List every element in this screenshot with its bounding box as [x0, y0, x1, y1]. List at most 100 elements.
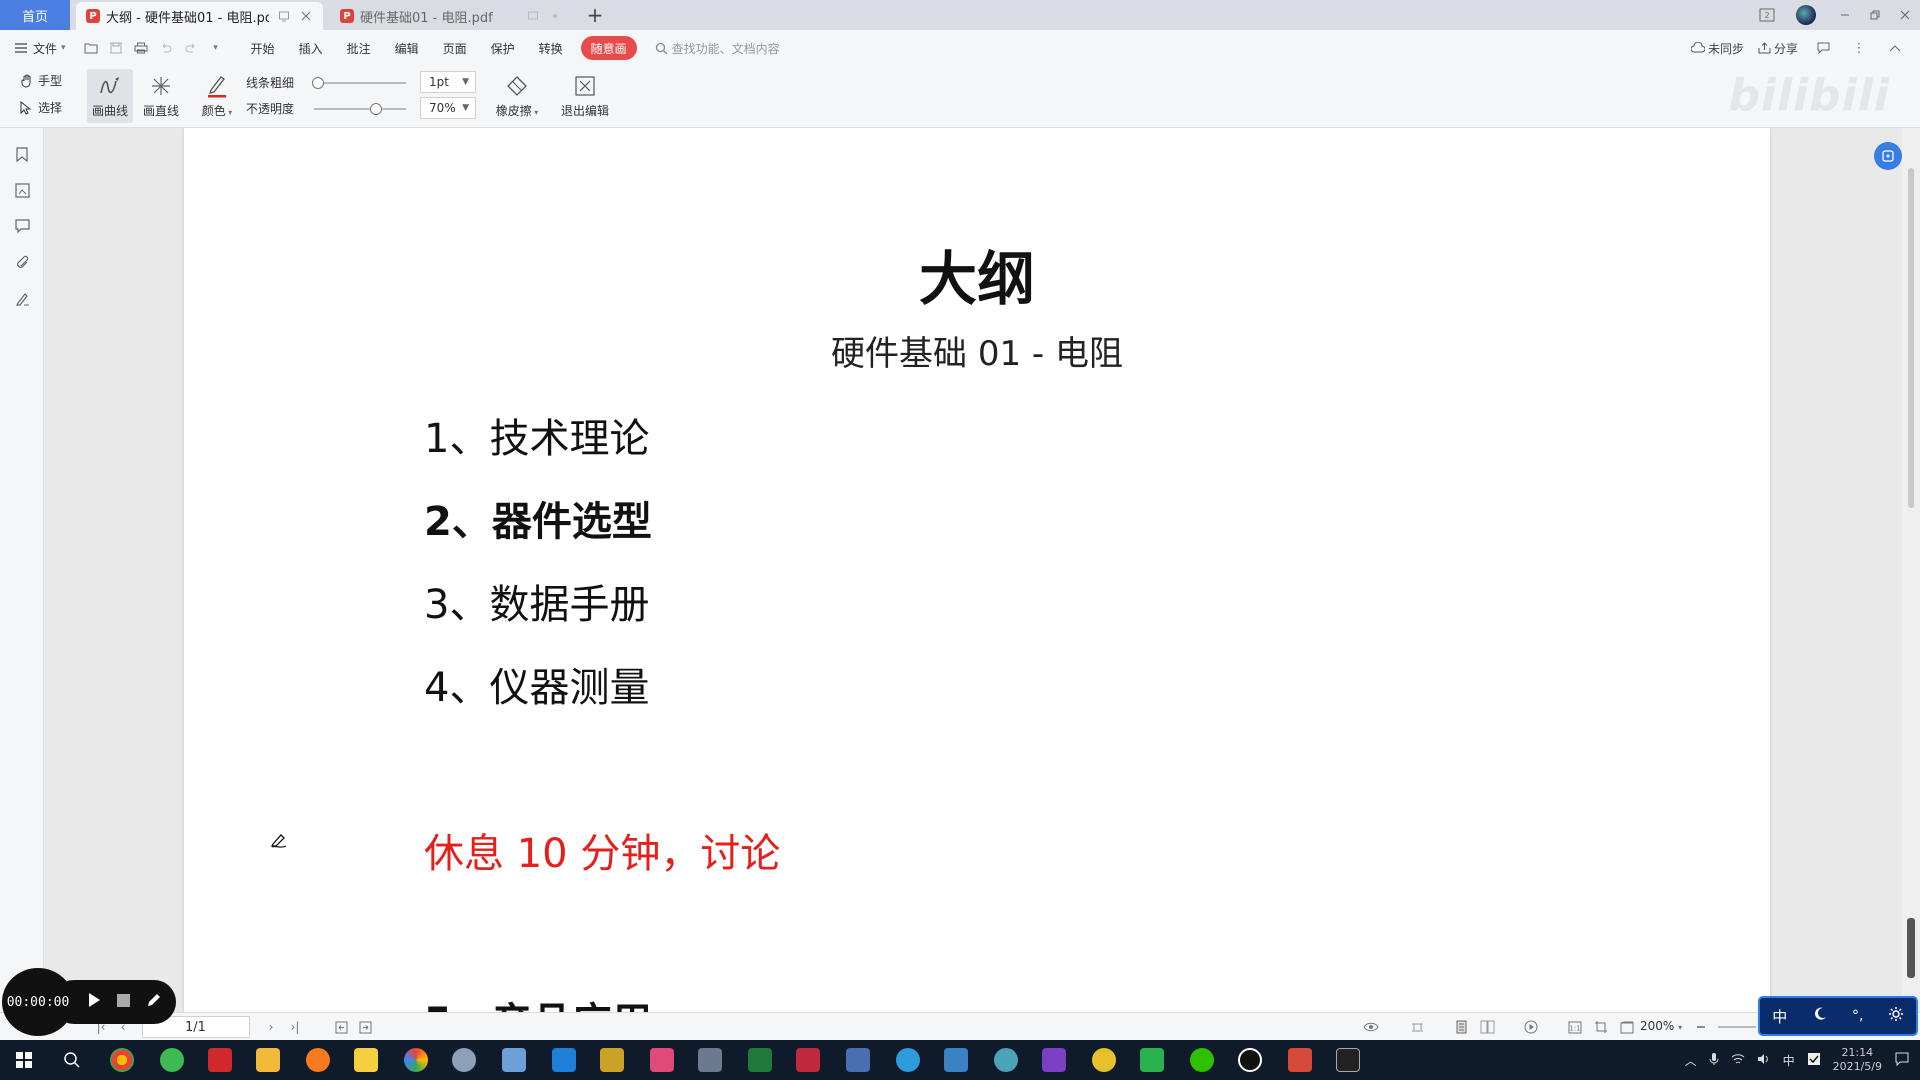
visual-studio-icon[interactable]	[1042, 1048, 1066, 1072]
tab-home[interactable]: 首页	[0, 0, 70, 30]
tab-insert[interactable]: 插入	[287, 36, 335, 60]
zoom-out-icon[interactable]	[1692, 1018, 1710, 1036]
app-icon[interactable]	[846, 1048, 870, 1072]
browser-icon[interactable]	[404, 1048, 428, 1072]
customize-icon[interactable]: ▾	[205, 37, 227, 59]
tab-start[interactable]: 开始	[239, 36, 287, 60]
last-page-icon[interactable]: ›|	[286, 1018, 304, 1036]
new-tab-button[interactable]: +	[584, 3, 606, 27]
tab-convert[interactable]: 转换	[527, 36, 575, 60]
zoom-level[interactable]: 200% ▾	[1640, 1019, 1682, 1033]
app-icon[interactable]	[796, 1048, 820, 1072]
close-icon[interactable]	[548, 9, 562, 23]
play-icon[interactable]	[87, 992, 101, 1012]
tab-resistor-pdf[interactable]: P 硬件基础01 - 电阻.pdf	[330, 2, 572, 30]
pdf-page[interactable]: 大纲 硬件基础 01 - 电阻 1、技术理论 2、器件选型 3、数据手册 4、仪…	[184, 128, 1770, 1012]
fit-page-icon[interactable]	[332, 1018, 350, 1036]
thickness-slider-handle[interactable]	[312, 77, 324, 89]
redo-icon[interactable]	[180, 37, 202, 59]
action-center-icon[interactable]	[1894, 1051, 1910, 1070]
opacity-slider[interactable]	[314, 108, 406, 110]
continuous-view-icon[interactable]	[1452, 1018, 1470, 1036]
assistant-float-icon[interactable]	[1874, 142, 1902, 170]
minimize-icon[interactable]	[1830, 0, 1860, 30]
thickness-select[interactable]: 1pt ▼	[420, 71, 476, 93]
two-page-view-icon[interactable]	[1478, 1018, 1496, 1036]
user-avatar[interactable]	[1796, 5, 1816, 25]
draw-line-tool[interactable]: 画直线	[138, 69, 184, 123]
select-tool[interactable]: 选择	[20, 99, 62, 116]
green-browser-icon[interactable]	[160, 1048, 184, 1072]
eraser-tool[interactable]: 橡皮擦 ▾	[492, 69, 542, 123]
window-count-icon[interactable]: 2	[1752, 0, 1782, 30]
tab-annotate[interactable]: 批注	[335, 36, 383, 60]
chevron-up-icon[interactable]: ︿	[1685, 1052, 1697, 1069]
hand-tool[interactable]: 手型	[20, 72, 62, 89]
microphone-icon[interactable]	[1709, 1052, 1719, 1069]
video-app-icon[interactable]	[552, 1048, 576, 1072]
bookmark-icon[interactable]	[12, 144, 32, 164]
close-icon[interactable]	[299, 9, 313, 23]
signature-icon[interactable]	[12, 288, 32, 308]
app-icon[interactable]	[452, 1048, 476, 1072]
crop-icon[interactable]	[1592, 1018, 1610, 1036]
file-explorer-icon[interactable]	[256, 1048, 280, 1072]
draw-curve-tool[interactable]: 画曲线	[87, 69, 133, 123]
thickness-slider[interactable]	[314, 82, 406, 84]
single-page-view-icon[interactable]	[1408, 1018, 1426, 1036]
tab-outline-pdf[interactable]: P 大纲 - 硬件基础01 - 电阻.pdf	[76, 2, 323, 30]
tab-freehand[interactable]: 随意画	[580, 36, 637, 60]
windows-start-icon[interactable]	[12, 1048, 36, 1072]
qq-icon[interactable]	[1238, 1048, 1262, 1072]
next-page-icon[interactable]: ›	[262, 1018, 280, 1036]
exit-edit-button[interactable]: 退出编辑	[558, 69, 612, 123]
stop-icon[interactable]	[117, 993, 130, 1011]
close-window-icon[interactable]	[1890, 0, 1920, 30]
search-tool-icon[interactable]	[306, 1048, 330, 1072]
ime-mode-label[interactable]: 中	[1772, 1006, 1787, 1027]
opacity-select[interactable]: 70% ▼	[420, 97, 476, 119]
comment-panel-icon[interactable]	[12, 216, 32, 236]
thumbnail-icon[interactable]	[12, 180, 32, 200]
search-icon[interactable]	[60, 1048, 84, 1072]
function-search[interactable]: 查找功能、文档内容	[655, 40, 780, 57]
camera-icon[interactable]	[1336, 1048, 1360, 1072]
chrome-icon[interactable]	[110, 1048, 134, 1072]
zoom-slider[interactable]	[1718, 1026, 1756, 1028]
tab-protect[interactable]: 保护	[479, 36, 527, 60]
vertical-scrollbar[interactable]	[1902, 128, 1920, 1012]
opacity-slider-handle[interactable]	[370, 103, 382, 115]
moon-icon[interactable]	[1812, 1006, 1828, 1026]
eye-protection-icon[interactable]	[1362, 1018, 1380, 1036]
share-button[interactable]: 分享	[1758, 40, 1798, 57]
tab-page[interactable]: 页面	[431, 36, 479, 60]
input-language[interactable]: 中	[1783, 1052, 1795, 1069]
book-view-icon[interactable]	[1618, 1018, 1636, 1036]
red-app-icon[interactable]	[208, 1048, 232, 1072]
mx-icon[interactable]	[944, 1048, 968, 1072]
app-icon[interactable]	[698, 1048, 722, 1072]
open-icon[interactable]	[80, 37, 102, 59]
scroll-position-indicator[interactable]	[1907, 918, 1915, 978]
comment-icon[interactable]	[1812, 37, 1834, 59]
color-picker[interactable]: 颜色 ▾	[194, 69, 240, 123]
app-icon[interactable]	[896, 1048, 920, 1072]
pads-icon[interactable]	[600, 1048, 624, 1072]
actual-size-icon[interactable]: 1:1	[1566, 1018, 1584, 1036]
app-icon[interactable]	[650, 1048, 674, 1072]
notification-check-icon[interactable]	[1807, 1052, 1821, 1069]
pin-icon[interactable]	[277, 9, 291, 23]
attachment-icon[interactable]	[12, 252, 32, 272]
wechat-icon[interactable]	[1190, 1048, 1214, 1072]
clock[interactable]: 21:14 2021/5/9	[1833, 1046, 1882, 1074]
sticky-notes-icon[interactable]	[354, 1048, 378, 1072]
restore-icon[interactable]	[1860, 0, 1890, 30]
undo-icon[interactable]	[155, 37, 177, 59]
punctuation-icon[interactable]: °,	[1852, 1008, 1863, 1024]
tab-edit[interactable]: 编辑	[383, 36, 431, 60]
volume-icon[interactable]	[1757, 1053, 1771, 1068]
app-icon[interactable]	[1092, 1048, 1116, 1072]
pencil-icon[interactable]	[146, 992, 162, 1012]
more-icon[interactable]: ⋮	[1848, 37, 1870, 59]
fit-width-icon[interactable]	[356, 1018, 374, 1036]
